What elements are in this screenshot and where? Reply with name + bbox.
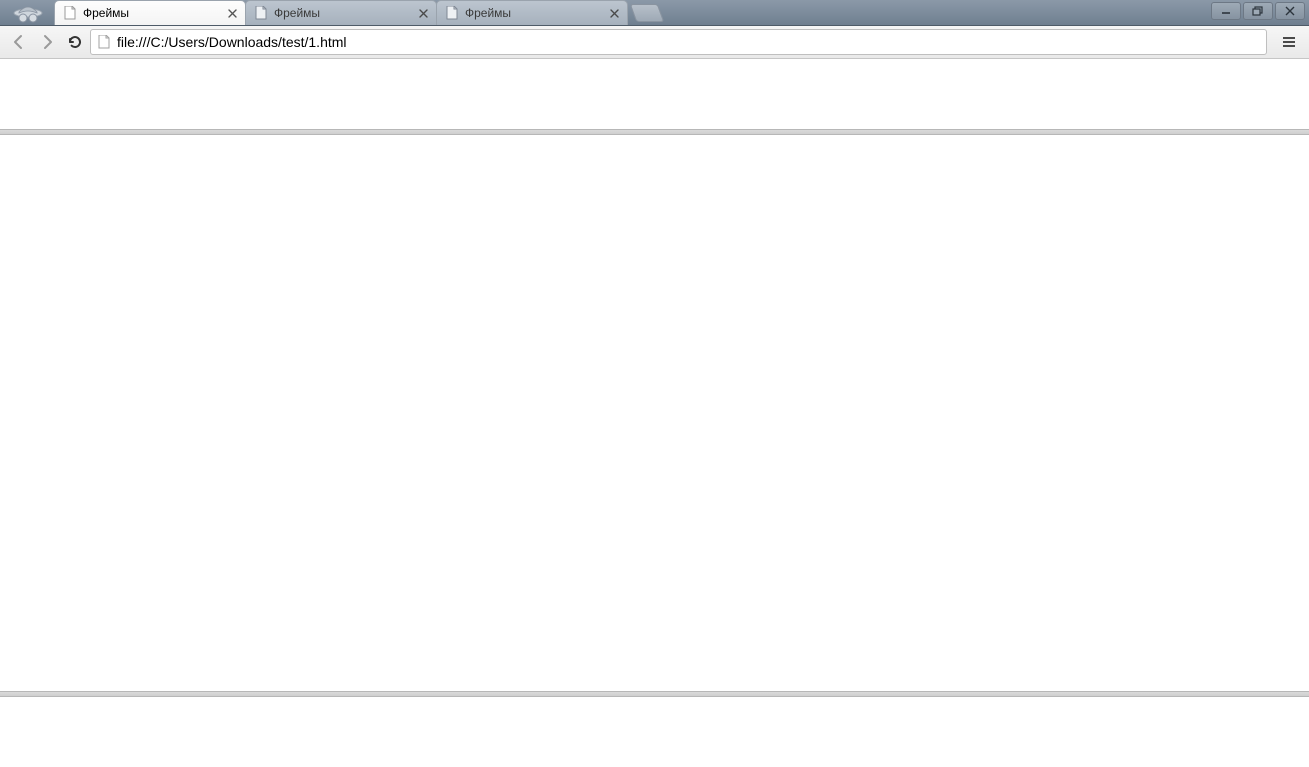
address-input[interactable] [117,34,1260,50]
back-button[interactable] [6,29,32,55]
browser-tab-1[interactable]: Фреймы [245,0,437,25]
frame-middle[interactable] [0,135,1309,691]
window-maximize-button[interactable] [1243,2,1273,20]
frame-top[interactable] [0,59,1309,129]
window-controls [1209,2,1305,20]
tab-close-button[interactable] [607,6,621,20]
menu-button[interactable] [1275,29,1303,55]
tab-title: Фреймы [465,6,601,20]
window-minimize-button[interactable] [1211,2,1241,20]
file-icon [97,35,111,49]
tab-title: Фреймы [274,6,410,20]
incognito-icon [8,3,48,25]
file-icon [254,6,268,20]
page-content [0,59,1309,767]
file-icon [63,6,77,20]
window-close-button[interactable] [1275,2,1305,20]
tab-title: Фреймы [83,6,219,20]
file-icon [445,6,459,20]
address-bar[interactable] [90,29,1267,55]
tab-strip: Фреймы Фреймы Фреймы [0,0,1309,26]
forward-button[interactable] [34,29,60,55]
tab-close-button[interactable] [416,6,430,20]
new-tab-button[interactable] [630,4,665,22]
browser-tab-0[interactable]: Фреймы [54,0,246,25]
frame-bottom[interactable] [0,697,1309,767]
browser-tab-2[interactable]: Фреймы [436,0,628,25]
reload-button[interactable] [62,29,88,55]
toolbar [0,26,1309,59]
tab-close-button[interactable] [225,6,239,20]
